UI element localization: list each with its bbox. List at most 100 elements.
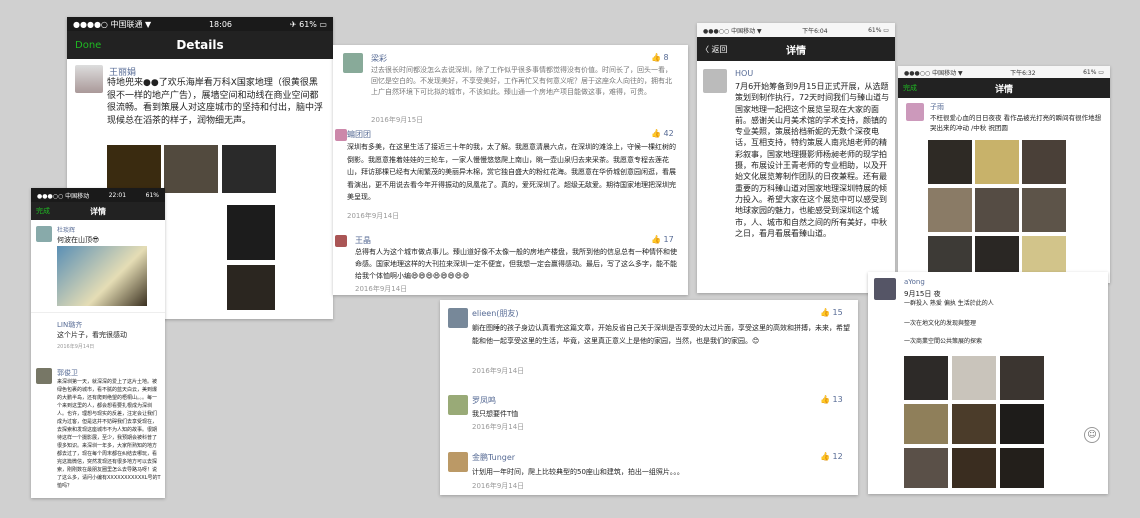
done-button[interactable]: 完成 (36, 206, 50, 216)
comment-text: 这个片子，看完很感动 (57, 331, 127, 339)
emoji-icon[interactable]: ☺ (1084, 427, 1100, 443)
like-count[interactable]: 👍 15 (820, 308, 843, 317)
post-photo[interactable] (928, 188, 972, 232)
post-photo[interactable] (1022, 188, 1066, 232)
avatar[interactable] (906, 103, 924, 121)
post-photo[interactable] (1022, 140, 1066, 184)
carrier: ●●●○○ 中国移动 ▼ (904, 69, 963, 77)
clock: 22:01 (108, 191, 127, 199)
comment-time: 2016年9月14日 (355, 285, 408, 293)
post-photo[interactable] (904, 404, 948, 444)
post-photo[interactable] (227, 205, 275, 260)
post-line: 一次商業空間公共策展的探索 (904, 338, 983, 345)
user-name[interactable]: 杜琰辉 (57, 225, 75, 234)
post-photo[interactable] (928, 140, 972, 184)
like-value: 8 (663, 53, 669, 62)
like-count[interactable]: 👍 12 (820, 452, 843, 461)
status-bar: ●●●○○ 中国移动 22:01 61% (31, 188, 165, 202)
commenter-name[interactable]: 梁彩 (371, 53, 387, 64)
carrier: ●●●○○ 中国移动 (37, 192, 90, 200)
nav-bar: Done Details (67, 31, 333, 59)
post-text: 不枉很爱心血的日日夜夜 看作品被光打亮的瞬间有很作地想哭出来的冲动 /中秋 祝团… (930, 114, 1102, 132)
post-text: 特地兜来●●了欢乐海岸看万科X国家地理（很黄很黑很不一样的地产广告），展墙空间和… (107, 78, 324, 126)
like-count[interactable]: 👍 17 (651, 235, 674, 244)
status-bar: ●●●○○ 中国移动 ▼ 下午6:04 61% ▭ (697, 23, 895, 37)
page-title: Details (176, 38, 224, 52)
avatar[interactable] (343, 53, 363, 73)
avatar[interactable] (448, 452, 468, 472)
post-photo[interactable] (164, 145, 218, 193)
details-screen-3: ●●●○○ 中国移动 ▼ 下午6:04 61% ▭ 〈 返回 详情 HOU 7月6开始… (697, 23, 895, 293)
battery: ✈ 61% ▭ (289, 19, 327, 29)
avatar[interactable] (448, 308, 468, 328)
user-name[interactable]: HOU (735, 69, 753, 78)
post-photo[interactable] (227, 265, 275, 310)
post-photo[interactable] (975, 188, 1019, 232)
commenter-name[interactable]: 蝙团团 (347, 129, 371, 140)
commenter-name[interactable]: 王晶 (355, 235, 371, 246)
divider (31, 312, 165, 313)
clock: 下午6:32 (1010, 69, 1036, 77)
comment-time: 2016年9月14日 (472, 367, 525, 375)
like-value: 13 (832, 395, 843, 404)
battery: 61% ▭ (1083, 68, 1104, 76)
post-photo[interactable] (57, 246, 147, 306)
comment-time: 2016年9月14日 (347, 212, 400, 220)
comment-time: 2016年9月15日 (371, 116, 424, 124)
post-line: 一群投入 熟爱 偏执 生活於此的人 (904, 300, 994, 307)
post-photo[interactable] (904, 356, 948, 400)
like-count[interactable]: 👍 13 (820, 395, 843, 404)
done-button[interactable]: Done (75, 40, 101, 51)
post-photo[interactable] (975, 140, 1019, 184)
avatar[interactable] (335, 129, 347, 141)
page-title: 详情 (994, 84, 1013, 95)
user-name[interactable]: aYong (904, 278, 925, 286)
battery: 61% ▭ (868, 26, 889, 34)
post-photo[interactable] (952, 448, 996, 488)
post-photo[interactable] (904, 448, 948, 488)
comment-time: 2016年9月14日 (472, 423, 525, 431)
commenter-name[interactable]: 郭俊卫 (57, 368, 78, 378)
avatar[interactable] (75, 65, 103, 93)
avatar[interactable] (36, 226, 52, 242)
commenter-name[interactable]: 金鹏Tunger (472, 452, 515, 463)
post-photo[interactable] (222, 145, 276, 193)
post-photo[interactable] (1000, 356, 1044, 400)
moment-post: aYong 9月15日 夜 一群投入 熟爱 偏执 生活於此的人 一次在地文化的发… (868, 272, 1108, 494)
avatar[interactable] (36, 368, 52, 384)
like-value: 42 (663, 129, 674, 138)
post-text: 7月6开始筹备到9月15日正式开展，从选题策划到制作执行，72天时间我们与臻山道… (735, 82, 890, 238)
back-button[interactable]: 〈 返回 (701, 44, 728, 55)
clock: 下午6:04 (802, 27, 828, 35)
carrier: ●●●●○ 中国联通 ▼ (73, 19, 152, 29)
page-title: 详情 (786, 45, 806, 57)
battery: 61% (145, 191, 159, 199)
nav-bar: 完成 详情 (898, 78, 1110, 98)
comment-time: 2016年9月14日 (57, 344, 95, 350)
commenter-name[interactable]: 罗凤鸣 (472, 395, 496, 406)
comments-panel-2: elieen(朋友) 👍 15 躺在图睡的孩子身边认真看完这篇文章，开始反省自己… (440, 300, 858, 495)
comment-text: 过去很长时间都没怎么去说深圳，除了工作似乎很多事情都觉得没有价值。时间长了，回头… (371, 66, 672, 96)
comment-text: 计划用一年时间，爬上比较典型的50座山和建筑，拍出一组照片。。。 (472, 468, 684, 476)
done-button[interactable]: 完成 (903, 83, 917, 93)
carrier: ●●●○○ 中国移动 ▼ (703, 27, 762, 35)
avatar[interactable] (448, 395, 468, 415)
comment-text: 躺在图睡的孩子身边认真看完这篇文章，开始反省自己关于深圳是否享受的太过片面，享受… (472, 324, 850, 345)
details-screen-4: ●●●○○ 中国移动 ▼ 下午6:32 61% ▭ 完成 详情 子雨 不枉很爱心血的日… (898, 66, 1110, 283)
avatar[interactable] (335, 235, 347, 247)
post-photo[interactable] (1000, 448, 1044, 488)
like-count[interactable]: 👍 42 (651, 129, 674, 138)
post-photo[interactable] (107, 145, 161, 193)
comments-panel-1: 梁彩 👍 8 过去很长时间都没怎么去说深圳，除了工作似乎很多事情都觉得没有价值。… (333, 45, 688, 295)
commenter-name[interactable]: elieen(朋友) (472, 308, 519, 319)
like-value: 17 (663, 235, 674, 244)
user-name[interactable]: 子雨 (930, 102, 944, 112)
details-screen-2: ●●●○○ 中国移动 22:01 61% 完成 详情 杜琰辉 何波在山顶😎 LIN璐齐… (31, 188, 165, 498)
post-photo[interactable] (1000, 404, 1044, 444)
like-count[interactable]: 👍 8 (651, 53, 669, 62)
post-photo[interactable] (952, 404, 996, 444)
avatar[interactable] (703, 69, 727, 93)
clock: 18:06 (208, 19, 233, 29)
post-photo[interactable] (952, 356, 996, 400)
avatar[interactable] (874, 278, 896, 300)
